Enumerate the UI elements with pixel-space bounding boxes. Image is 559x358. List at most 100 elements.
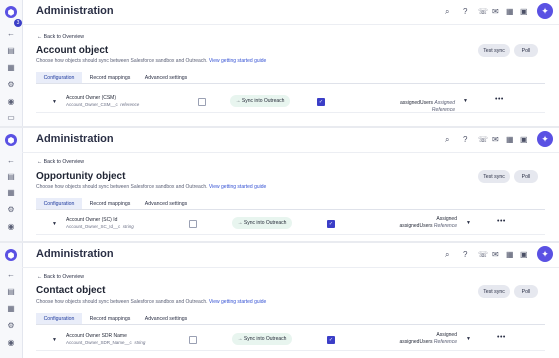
checkbox[interactable] (189, 220, 197, 228)
back-arrow-icon[interactable]: ← (6, 155, 16, 165)
tab-divider (36, 209, 545, 210)
search-icon[interactable]: ⌕ (445, 250, 449, 260)
test-sync-button[interactable]: Test sync (478, 285, 510, 298)
building-icon[interactable]: ▦ (6, 187, 16, 197)
sparkle-icon[interactable]: ✦ (537, 131, 553, 147)
calendar-check-icon[interactable]: ▣ (520, 135, 528, 144)
field-name: Account Owner (SC) Id (66, 217, 118, 223)
more-options-icon[interactable]: ••• (497, 334, 506, 341)
getting-started-link[interactable]: View getting started guide (209, 58, 266, 64)
mail-icon[interactable]: ✉ (492, 135, 499, 144)
chevron-down-icon[interactable]: ▼ (52, 337, 57, 343)
test-sync-button[interactable]: Test sync (478, 44, 510, 57)
sync-checkbox[interactable]: ✓ (317, 98, 325, 106)
help-icon[interactable]: ? (463, 250, 467, 259)
back-to-overview-link[interactable]: ← Back to Overview (37, 159, 84, 165)
chevron-down-icon[interactable]: ▼ (52, 221, 57, 227)
tab-record-mappings[interactable]: Record mappings (86, 313, 134, 324)
shield-logo-icon[interactable]: ⬢ (5, 6, 17, 18)
poll-button[interactable]: Poll (514, 285, 538, 298)
table-icon[interactable]: ▤ (6, 286, 16, 296)
field-name: Account Owner (CSM) (66, 95, 117, 101)
tab-divider (36, 324, 545, 325)
object-description: Choose how objects should sync between S… (36, 184, 267, 190)
tab-advanced-settings[interactable]: Advanced settings (140, 72, 192, 83)
more-options-icon[interactable]: ••• (497, 218, 506, 225)
back-to-overview-link[interactable]: ← Back to Overview (37, 34, 84, 40)
building-icon[interactable]: ▦ (6, 303, 16, 313)
sparkle-icon[interactable]: ✦ (537, 3, 553, 19)
getting-started-link[interactable]: View getting started guide (209, 299, 266, 305)
poll-button[interactable]: Poll (514, 170, 538, 183)
calendar-check-icon[interactable]: ▣ (520, 7, 528, 16)
help-icon[interactable]: ? (463, 7, 467, 16)
sync-checkbox[interactable]: ✓ (327, 220, 335, 228)
app-title: Administration (36, 248, 114, 260)
table-row: ▼ Account Owner (CSM) Account_Owner_CSM_… (36, 94, 545, 113)
user-gear-icon[interactable]: ⚙ (6, 204, 16, 214)
checkbox[interactable] (198, 98, 206, 106)
user-gear-icon[interactable]: ⚙ (6, 79, 16, 89)
notification-badge: 3 (14, 19, 22, 27)
checkbox[interactable] (189, 336, 197, 344)
back-to-overview-link[interactable]: ← Back to Overview (37, 274, 84, 280)
search-icon[interactable]: ⌕ (445, 135, 449, 145)
sync-into-outreach-pill[interactable]: → Sync into Outreach (232, 217, 292, 229)
tab-advanced-settings[interactable]: Advanced settings (140, 198, 192, 209)
shield-logo-icon[interactable]: ⬢ (5, 134, 17, 146)
field-name: Account Owner SDR Name (66, 333, 127, 339)
search-icon[interactable]: ⌕ (445, 7, 449, 17)
poll-button[interactable]: Poll (514, 44, 538, 57)
more-options-icon[interactable]: ••• (495, 96, 504, 103)
table-icon[interactable]: ▤ (6, 171, 16, 181)
object-description: Choose how objects should sync between S… (36, 58, 267, 64)
account-object-panel: ⬢ 3 ← ▤ ▦ ⚙ ◉ ▭ Administration ⌕ ? ☏ ✉ ▦… (0, 0, 559, 126)
getting-started-link[interactable]: View getting started guide (209, 184, 266, 190)
back-arrow-icon[interactable]: ← (6, 269, 16, 279)
sync-checkbox[interactable]: ✓ (327, 336, 335, 344)
table-row: ▼ Account Owner SDR Name Account_Owner_S… (36, 332, 545, 351)
back-arrow-icon[interactable]: ← (6, 28, 16, 38)
field-api-name: Account_Owner_SDR_Name__c string (66, 340, 146, 345)
left-rail: ⬢ ← ▤ ▦ ⚙ ◉ (0, 243, 23, 358)
sparkle-icon[interactable]: ✦ (537, 246, 553, 262)
shield-logo-icon[interactable]: ⬢ (5, 249, 17, 261)
calendar-icon[interactable]: ▦ (506, 135, 514, 144)
tab-record-mappings[interactable]: Record mappings (86, 72, 134, 83)
calendar-icon[interactable]: ▦ (506, 7, 514, 16)
building-icon[interactable]: ▦ (6, 62, 16, 72)
phone-icon[interactable]: ☏ (478, 250, 488, 259)
tab-advanced-settings[interactable]: Advanced settings (140, 313, 192, 324)
document-icon[interactable]: ▭ (6, 112, 16, 122)
camera-icon[interactable]: ◉ (6, 221, 16, 231)
table-icon[interactable]: ▤ (6, 45, 16, 55)
assigned-users: assignedUsers Assigned Reference (399, 100, 455, 113)
field-api-name: Account_Owner_SC_Id__c string (66, 224, 134, 229)
field-api-name: Account_Owner_CSM__c reference (66, 102, 140, 107)
object-title: Opportunity object (36, 171, 126, 182)
calendar-icon[interactable]: ▦ (506, 250, 514, 259)
phone-icon[interactable]: ☏ (478, 135, 488, 144)
camera-icon[interactable]: ◉ (6, 337, 16, 347)
chevron-down-icon[interactable]: ▼ (463, 98, 468, 104)
user-gear-icon[interactable]: ⚙ (6, 320, 16, 330)
phone-icon[interactable]: ☏ (478, 7, 488, 16)
help-icon[interactable]: ? (463, 135, 467, 144)
app-title: Administration (36, 133, 114, 145)
test-sync-button[interactable]: Test sync (478, 170, 510, 183)
mail-icon[interactable]: ✉ (492, 7, 499, 16)
object-title: Account object (36, 45, 109, 56)
calendar-check-icon[interactable]: ▣ (520, 250, 528, 259)
mail-icon[interactable]: ✉ (492, 250, 499, 259)
top-bar: Administration ⌕ ? ☏ ✉ ▦ ▣ ✦ (22, 0, 559, 25)
chevron-down-icon[interactable]: ▼ (52, 99, 57, 105)
chevron-down-icon[interactable]: ▼ (466, 336, 471, 342)
opportunity-object-panel: ⬢ ← ▤ ▦ ⚙ ◉ Administration ⌕ ? ☏ ✉ ▦ ▣ ✦… (0, 128, 559, 241)
sync-into-outreach-pill[interactable]: → Sync into Outreach (230, 95, 290, 107)
contact-object-panel: ⬢ ← ▤ ▦ ⚙ ◉ Administration ⌕ ? ☏ ✉ ▦ ▣ ✦… (0, 243, 559, 358)
tab-record-mappings[interactable]: Record mappings (86, 198, 134, 209)
app-title: Administration (36, 5, 114, 17)
sync-into-outreach-pill[interactable]: → Sync into Outreach (232, 333, 292, 345)
camera-icon[interactable]: ◉ (6, 96, 16, 106)
chevron-down-icon[interactable]: ▼ (466, 220, 471, 226)
